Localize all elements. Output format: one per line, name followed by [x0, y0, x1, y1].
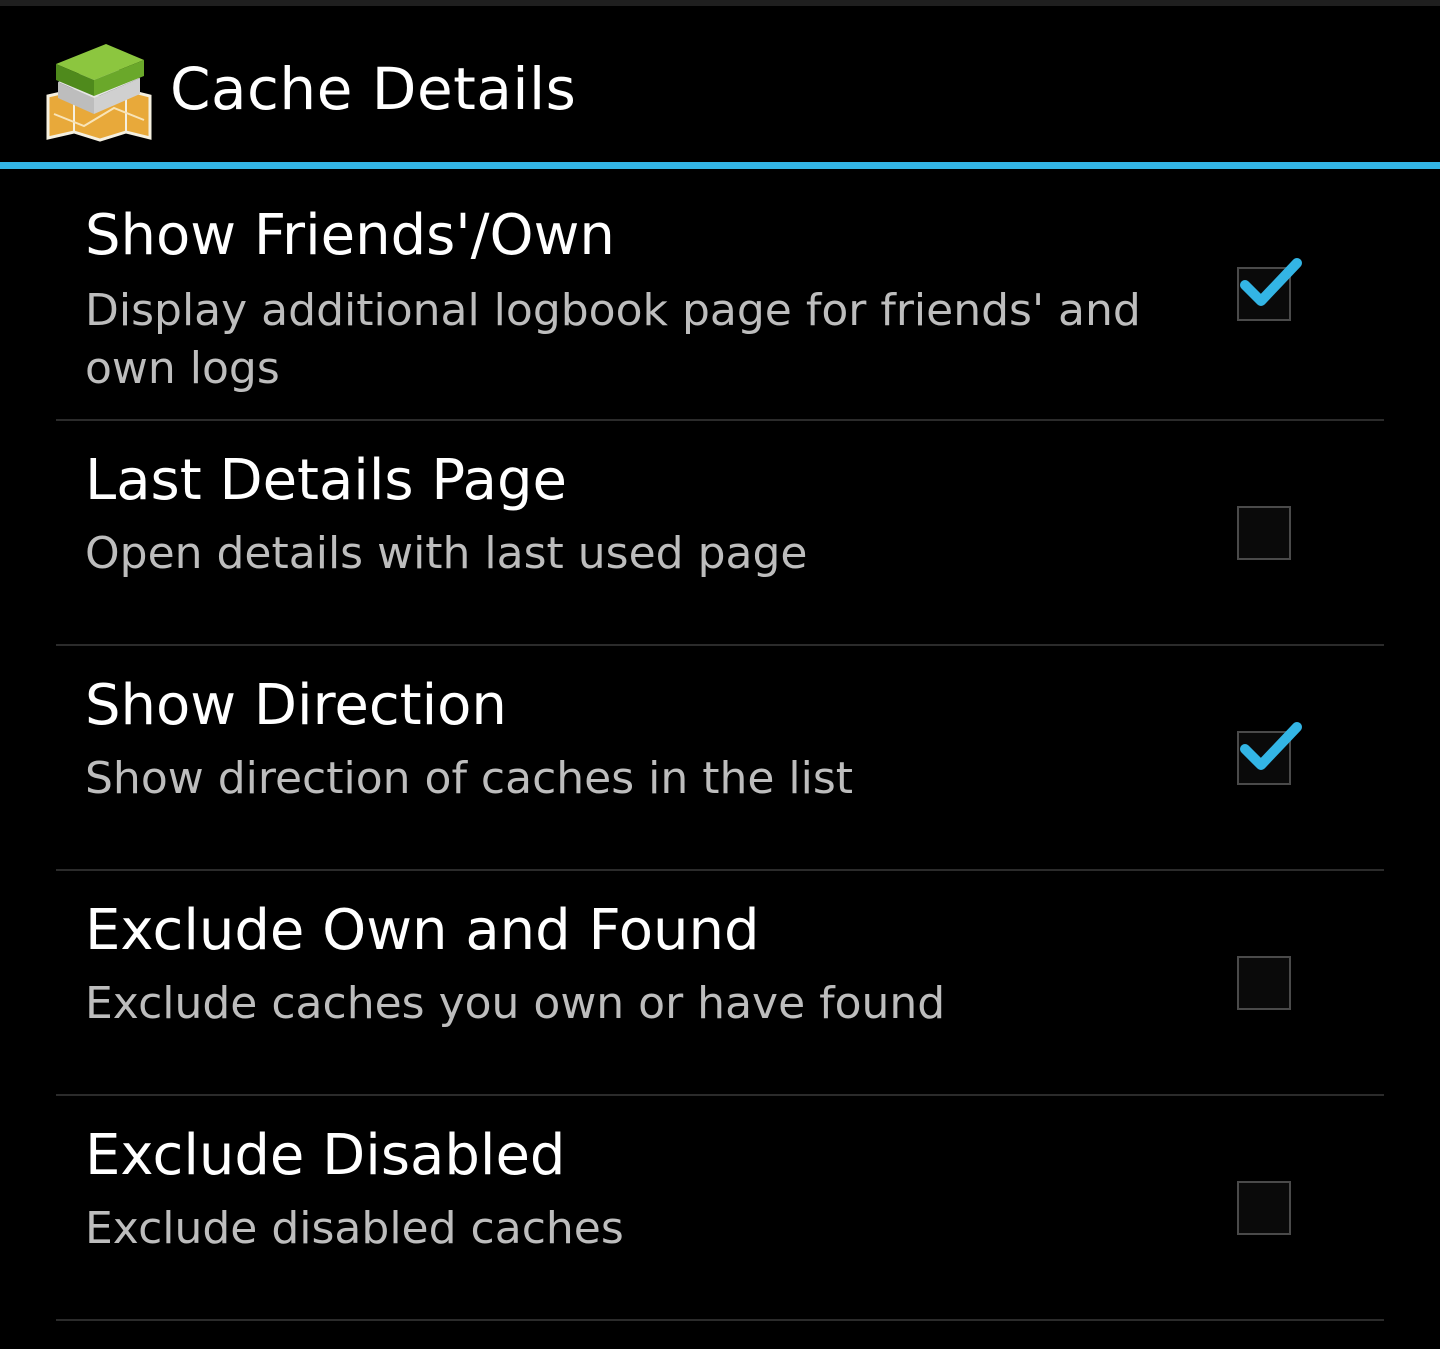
- pref-exclude-own-found[interactable]: Exclude Own and Found Exclude caches you…: [0, 871, 1440, 1096]
- pref-summary: Exclude caches you own or have found: [85, 978, 946, 1029]
- pref-last-details-page[interactable]: Last Details Page Open details with last…: [0, 421, 1440, 646]
- checkbox-show-direction[interactable]: [1237, 722, 1302, 785]
- pref-summary: Open details with last used page: [85, 528, 808, 579]
- checkmark-icon: [1240, 722, 1302, 770]
- pref-title: Show Friends'/Own: [85, 203, 615, 268]
- list-divider: [56, 1319, 1384, 1321]
- checkbox-exclude-disabled[interactable]: [1237, 1181, 1291, 1235]
- pref-title: Show Direction: [85, 673, 507, 738]
- pref-show-friends-own[interactable]: Show Friends'/Own Display additional log…: [0, 169, 1440, 421]
- app-icon[interactable]: [44, 34, 154, 144]
- pref-show-direction[interactable]: Show Direction Show direction of caches …: [0, 646, 1440, 871]
- checkbox-last-details-page[interactable]: [1237, 506, 1291, 560]
- pref-title: Exclude Disabled: [85, 1123, 566, 1188]
- action-bar-accent-divider: [0, 162, 1440, 169]
- pref-exclude-disabled[interactable]: Exclude Disabled Exclude disabled caches: [0, 1096, 1440, 1321]
- checkbox-show-friends-own[interactable]: [1237, 258, 1302, 321]
- pref-summary: Exclude disabled caches: [85, 1203, 624, 1254]
- pref-title: Exclude Own and Found: [85, 898, 760, 963]
- pref-summary: Display additional logbook page for frie…: [85, 285, 1141, 394]
- checkbox-exclude-own-found[interactable]: [1237, 956, 1291, 1010]
- preference-list: Show Friends'/Own Display additional log…: [0, 169, 1440, 1321]
- page-title: Cache Details: [170, 55, 577, 123]
- pref-summary: Show direction of caches in the list: [85, 753, 854, 804]
- action-bar: Cache Details: [0, 6, 1440, 162]
- checkmark-icon: [1240, 258, 1302, 306]
- pref-title: Last Details Page: [85, 448, 567, 513]
